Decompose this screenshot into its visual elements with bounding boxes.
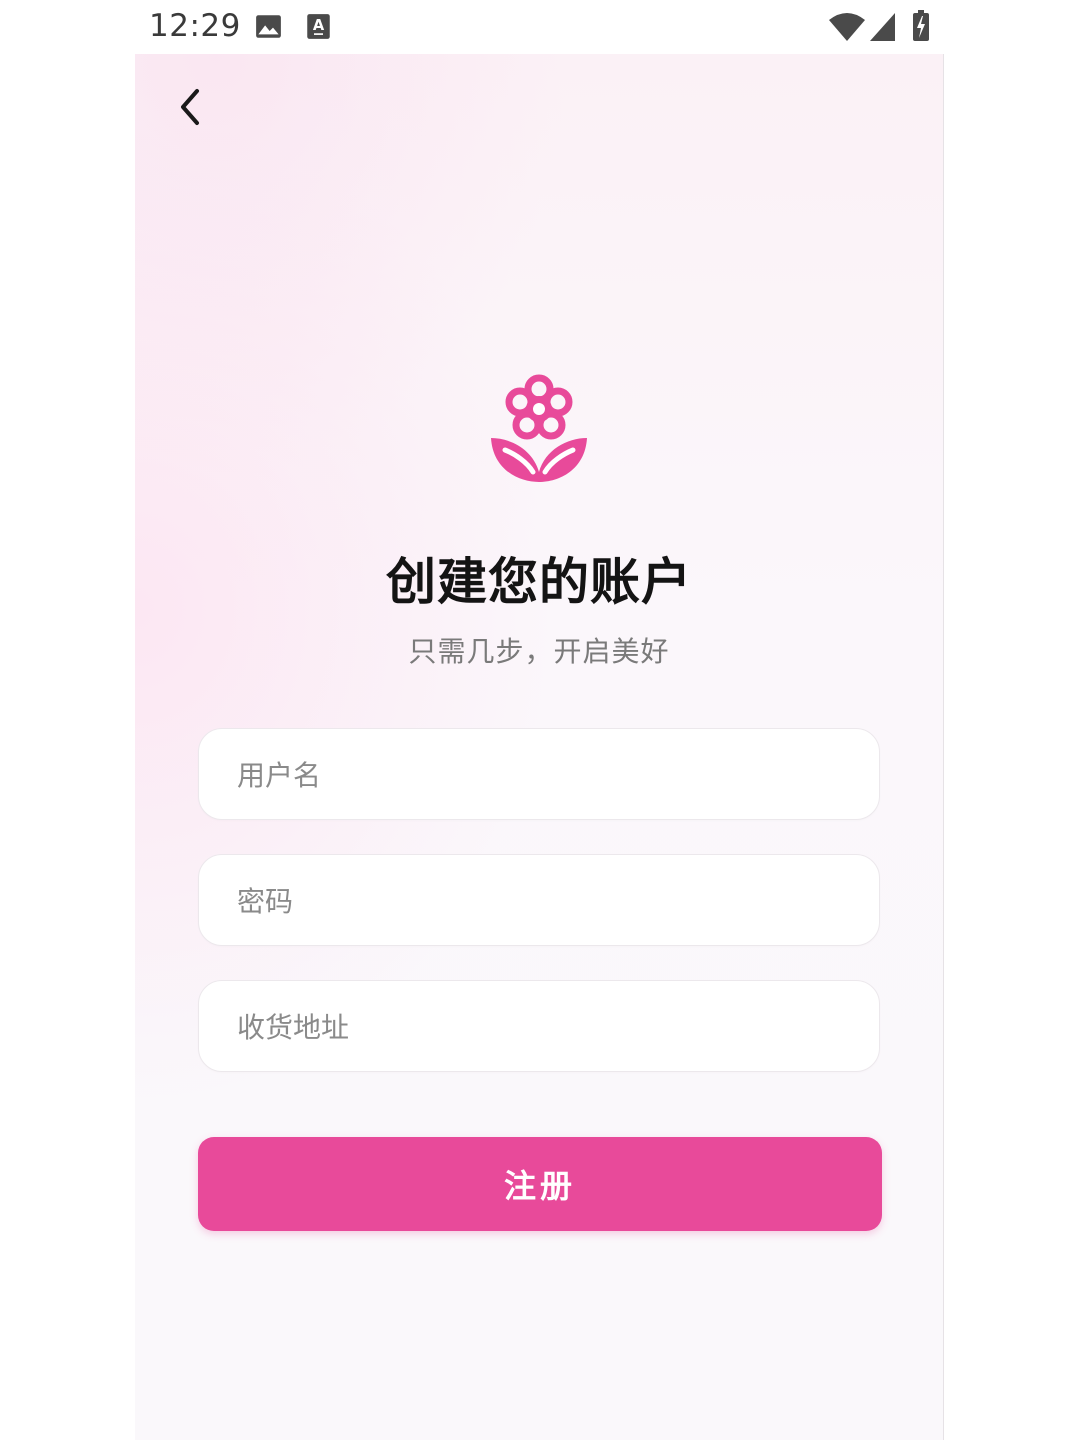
- page-title: 创建您的账户: [386, 553, 692, 611]
- page-subtitle: 只需几步，开启美好: [408, 635, 670, 668]
- status-bar: 12:29 A: [0, 0, 1080, 54]
- chevron-left-icon: [181, 89, 199, 125]
- password-field[interactable]: [198, 854, 880, 947]
- battery-charging-icon: [912, 10, 930, 46]
- address-field[interactable]: [198, 980, 880, 1073]
- back-button[interactable]: [165, 82, 215, 132]
- text-a-icon: A: [306, 13, 331, 44]
- password-input[interactable]: [235, 855, 849, 947]
- status-time: 12:29: [149, 8, 241, 44]
- register-button[interactable]: 注册: [198, 1137, 882, 1231]
- wifi-icon: [828, 12, 866, 46]
- username-input[interactable]: [235, 729, 849, 821]
- register-screen: 创建您的账户 只需几步，开启美好 注册: [135, 54, 944, 1440]
- address-input[interactable]: [235, 981, 849, 1073]
- svg-text:A: A: [313, 17, 325, 34]
- image-icon: [255, 13, 282, 44]
- flower-icon: [489, 372, 589, 484]
- signal-icon: [870, 13, 896, 45]
- username-field[interactable]: [198, 728, 880, 821]
